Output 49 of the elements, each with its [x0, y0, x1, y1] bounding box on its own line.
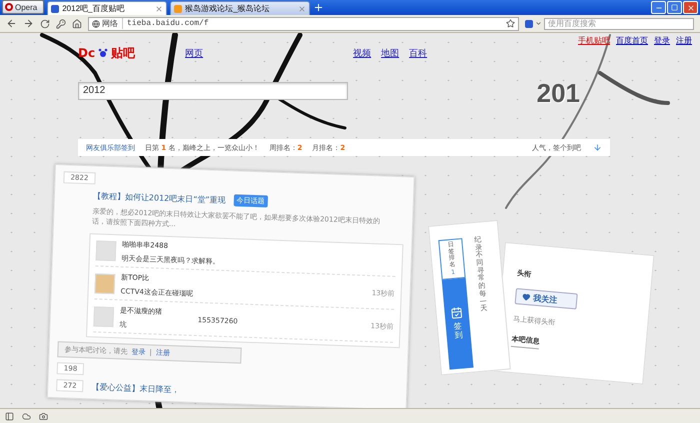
top-link[interactable]: 百度首页 [616, 35, 648, 46]
avatar-placeholder [96, 240, 116, 262]
thread-title-link[interactable]: 【爱心公益】末日降至， [91, 380, 180, 395]
network-badge: 网络 [92, 18, 123, 29]
top-link[interactable]: 登录 [654, 35, 670, 46]
close-icon[interactable] [298, 4, 306, 12]
new-tab-icon[interactable] [313, 2, 324, 13]
search-field[interactable]: 使用百度搜索 [544, 18, 694, 30]
thread-title-link[interactable]: 【教程】如何让2012吧末日“堂”重现 [92, 190, 226, 206]
panel-icon[interactable] [5, 412, 14, 420]
close-icon[interactable] [155, 4, 164, 12]
top-link[interactable]: 注册 [676, 35, 692, 46]
avatar-picture [94, 273, 116, 294]
back-icon[interactable] [6, 18, 17, 29]
camera-icon[interactable] [39, 412, 48, 420]
nav-link[interactable]: 网页 [185, 46, 204, 60]
search-engine-icon[interactable] [525, 20, 533, 28]
site-icon [51, 4, 60, 12]
cloud-icon[interactable] [22, 412, 31, 420]
key-icon[interactable] [56, 18, 66, 28]
avatar-placeholder [93, 306, 114, 328]
sign-in-button[interactable]: 签到 [442, 278, 474, 370]
address-field[interactable]: 网络 tieba.baidu.com/f [88, 16, 519, 30]
nav-link[interactable]: 百科 [409, 46, 428, 60]
search-input[interactable]: 2012 [78, 82, 348, 100]
maximize-button[interactable] [667, 1, 682, 14]
minimize-button[interactable] [651, 1, 666, 14]
nav-link[interactable]: 地图 [381, 46, 400, 60]
close-button[interactable] [683, 1, 698, 14]
top-link[interactable]: 手机贴吧 [578, 35, 610, 46]
nav-link[interactable]: 视频 [353, 46, 372, 60]
chevron-down-icon[interactable] [535, 20, 542, 27]
maximize-icon [671, 4, 678, 11]
banner-title: 201 [536, 78, 580, 109]
star-icon[interactable] [506, 19, 515, 28]
arrow-down-icon [593, 143, 602, 152]
calendar-icon [450, 306, 464, 320]
home-icon[interactable] [72, 18, 82, 28]
opera-menu-button[interactable]: Opera [2, 0, 44, 14]
browser-tab[interactable]: 猴岛游戏论坛_猴岛论坛 [170, 1, 310, 15]
follow-button[interactable]: 我关注 [514, 288, 578, 310]
browser-tab[interactable]: 2012吧_百度贴吧 [47, 1, 168, 15]
forward-icon[interactable] [23, 18, 34, 29]
heart-icon [522, 292, 531, 302]
site-icon [174, 4, 182, 12]
tieba-logo[interactable]: Dc 贴吧 [78, 44, 136, 62]
url-text: tieba.baidu.com/f [127, 19, 209, 28]
reload-icon[interactable] [40, 18, 50, 28]
close-icon [686, 4, 694, 12]
